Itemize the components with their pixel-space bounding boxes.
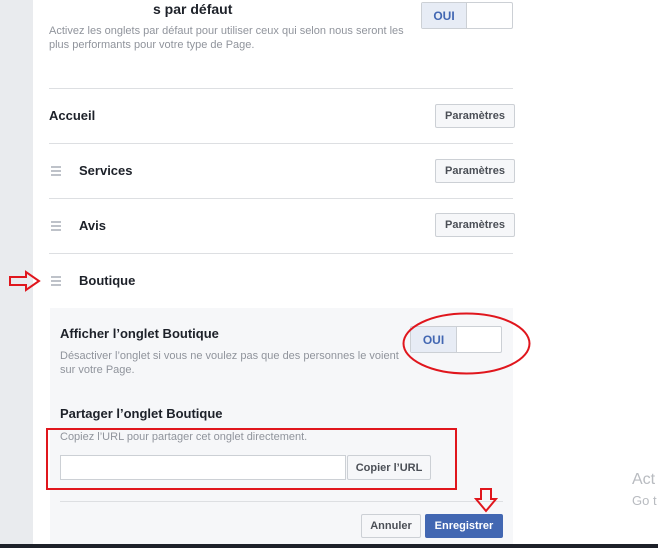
divider xyxy=(49,88,513,89)
show-shop-description: Désactiver l’onglet si vous ne voulez pa… xyxy=(60,350,399,376)
right-area xyxy=(528,0,658,548)
drag-handle-icon[interactable] xyxy=(51,166,61,178)
tab-label-boutique: Boutique xyxy=(79,273,136,288)
highlight-box xyxy=(46,428,457,490)
divider xyxy=(49,253,513,254)
toggle-off-area xyxy=(467,3,512,28)
avis-settings-button[interactable]: Paramètres xyxy=(435,213,515,237)
divider xyxy=(60,501,503,502)
watermark-line2: Go t xyxy=(632,493,657,508)
arrow-down-icon xyxy=(474,488,498,513)
taskbar-edge xyxy=(0,544,658,548)
watermark-line1: Act xyxy=(632,471,656,488)
drag-handle-icon[interactable] xyxy=(51,221,61,233)
default-tabs-title: s par défaut xyxy=(153,1,233,17)
tab-label-avis: Avis xyxy=(79,218,106,233)
drag-handle-icon[interactable] xyxy=(51,276,61,288)
tab-label-services: Services xyxy=(79,163,133,178)
services-settings-button[interactable]: Paramètres xyxy=(435,159,515,183)
divider xyxy=(49,198,513,199)
arrow-right-icon xyxy=(9,270,41,292)
accueil-settings-button[interactable]: Paramètres xyxy=(435,104,515,128)
default-tabs-description: Activez les onglets par défaut pour util… xyxy=(49,25,404,51)
highlight-ellipse xyxy=(402,312,531,375)
toggle-on-label: OUI xyxy=(422,3,467,28)
show-shop-title: Afficher l’onglet Boutique xyxy=(60,326,219,341)
tab-label-accueil: Accueil xyxy=(49,108,96,123)
share-shop-title: Partager l’onglet Boutique xyxy=(60,406,223,421)
divider xyxy=(49,143,513,144)
save-button[interactable]: Enregistrer xyxy=(425,514,503,538)
default-tabs-toggle[interactable]: OUI xyxy=(421,2,513,29)
cancel-button[interactable]: Annuler xyxy=(361,514,421,538)
